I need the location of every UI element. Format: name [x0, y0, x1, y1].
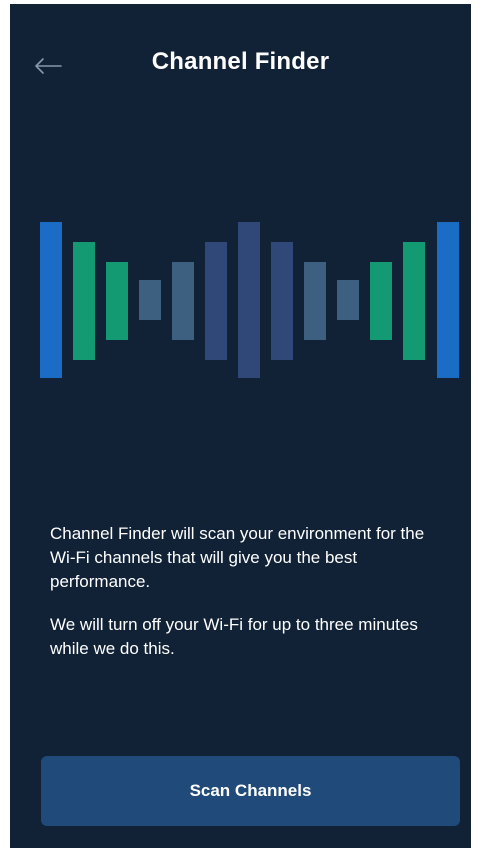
signal-bars-illustration: [10, 214, 471, 384]
signal-bar: [139, 280, 161, 320]
signal-bar: [172, 262, 194, 340]
signal-bar: [403, 242, 425, 360]
signal-bar: [238, 222, 260, 378]
signal-bar: [304, 262, 326, 340]
signal-bar: [40, 222, 62, 378]
signal-bar: [370, 262, 392, 340]
page-title: Channel Finder: [151, 48, 330, 75]
description-paragraph-2: We will turn off your Wi-Fi for up to th…: [50, 615, 418, 658]
signal-bar: [337, 280, 359, 320]
signal-bar: [73, 242, 95, 360]
scan-channels-button[interactable]: Scan Channels: [41, 756, 460, 826]
signal-bar: [205, 242, 227, 360]
signal-bar: [437, 222, 459, 378]
header: Channel Finder: [10, 4, 471, 124]
signal-bar: [271, 242, 293, 360]
description: Channel Finder will scan your environmen…: [50, 522, 450, 680]
app-screen: Channel Finder Channel Finder will scan …: [10, 4, 471, 848]
description-paragraph-1: Channel Finder will scan your environmen…: [50, 524, 425, 591]
signal-bar: [106, 262, 128, 340]
